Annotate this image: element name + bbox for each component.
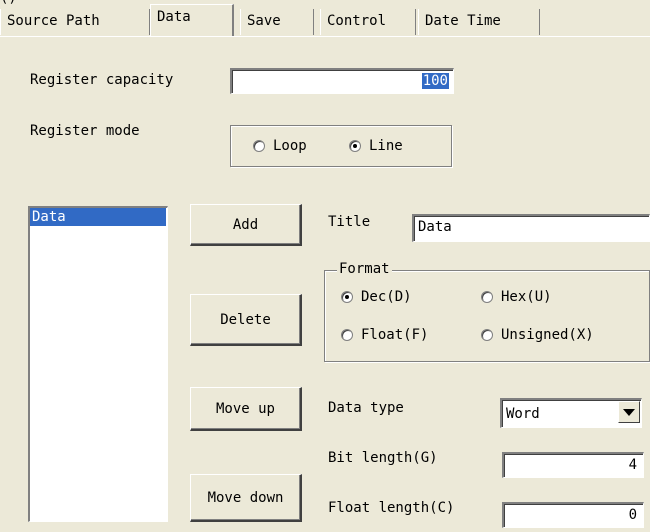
- radio-circle-icon: [481, 329, 493, 341]
- register-mode-label: Register mode: [30, 123, 140, 139]
- title-label: Title: [328, 214, 371, 230]
- radio-label: Float(F): [361, 327, 429, 343]
- radio-label: Loop: [273, 138, 307, 154]
- register-mode-group: Loop Line: [230, 125, 452, 167]
- format-hex-radio[interactable]: Hex(U): [481, 289, 552, 305]
- tab-label: Date Time: [425, 13, 501, 29]
- register-capacity-input[interactable]: 100: [230, 68, 454, 94]
- tab-save[interactable]: Save: [240, 9, 314, 35]
- data-list[interactable]: Data: [28, 206, 168, 522]
- radio-selected-icon: [349, 140, 361, 152]
- radio-circle-icon: [253, 140, 265, 152]
- move-up-button[interactable]: Move up: [190, 387, 302, 431]
- delete-button[interactable]: Delete: [190, 294, 302, 346]
- button-label: Add: [232, 216, 259, 233]
- bit-length-label: Bit length(G): [328, 450, 438, 466]
- tab-data[interactable]: Data: [150, 4, 234, 36]
- tab-label: Source Path: [7, 13, 100, 29]
- chevron-down-icon: [623, 408, 635, 416]
- format-legend: Format: [337, 261, 392, 277]
- register-capacity-label: Register capacity: [30, 72, 174, 88]
- bit-length-input[interactable]: 4: [502, 452, 644, 478]
- tab-label: Save: [247, 13, 281, 29]
- radio-circle-icon: [481, 291, 493, 303]
- add-button[interactable]: Add: [190, 204, 302, 246]
- float-length-input[interactable]: 0: [502, 502, 644, 528]
- tab-baseline: [0, 36, 650, 37]
- move-down-button[interactable]: Move down: [190, 474, 302, 522]
- title-value: Data: [418, 219, 452, 235]
- tab-control[interactable]: Control: [320, 9, 416, 35]
- clipped-text-fragment: (): [0, 0, 17, 6]
- button-label: Move up: [215, 400, 275, 417]
- button-label: Delete: [220, 311, 271, 328]
- format-unsigned-radio[interactable]: Unsigned(X): [481, 327, 594, 343]
- float-length-label: Float length(C): [328, 500, 455, 516]
- format-float-radio[interactable]: Float(F): [341, 327, 428, 343]
- float-length-value: 0: [628, 507, 637, 523]
- tab-label: Control: [327, 13, 387, 29]
- format-group: Format Dec(D) Hex(U) Float(F) Unsigned(X…: [324, 261, 650, 362]
- register-mode-loop-radio[interactable]: Loop: [253, 138, 307, 154]
- register-mode-line-radio[interactable]: Line: [349, 138, 403, 154]
- data-type-select[interactable]: Word: [500, 398, 642, 428]
- list-item[interactable]: Data: [30, 208, 166, 226]
- dropdown-button[interactable]: [618, 401, 640, 423]
- radio-label: Unsigned(X): [501, 327, 594, 343]
- data-type-value: Word: [506, 406, 540, 422]
- tab-label: Data: [157, 9, 191, 25]
- radio-label: Line: [369, 138, 403, 154]
- tab-date-time[interactable]: Date Time: [418, 9, 540, 35]
- radio-selected-icon: [341, 291, 353, 303]
- tab-strip: () Source Path Data Save Control Date Ti…: [0, 0, 650, 38]
- radio-label: Dec(D): [361, 289, 412, 305]
- format-dec-radio[interactable]: Dec(D): [341, 289, 412, 305]
- radio-label: Hex(U): [501, 289, 552, 305]
- button-label: Move down: [207, 489, 284, 506]
- bit-length-value: 4: [628, 457, 637, 473]
- title-input[interactable]: Data: [412, 214, 650, 242]
- tab-source-path[interactable]: Source Path: [0, 9, 150, 35]
- register-capacity-value: 100: [421, 73, 449, 89]
- radio-circle-icon: [341, 329, 353, 341]
- data-type-label: Data type: [328, 400, 404, 416]
